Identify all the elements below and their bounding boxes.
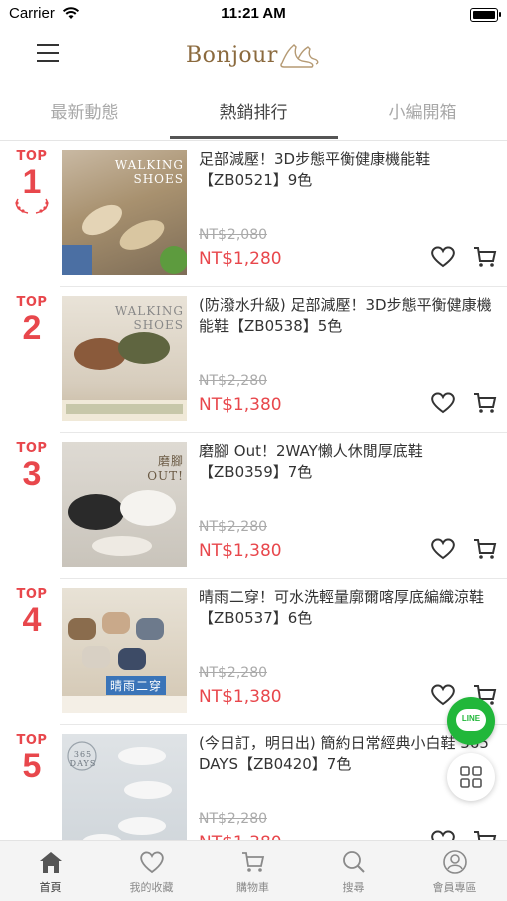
rank-badge: TOP 3 (10, 441, 54, 492)
favorite-heart-icon[interactable] (430, 537, 456, 561)
line-chat-button[interactable]: LINE (447, 697, 495, 745)
clock: 11:21 AM (221, 5, 286, 22)
original-price: NT$2,080 (199, 227, 268, 243)
rank-number: 3 (22, 455, 42, 493)
original-price: NT$2,280 (199, 519, 268, 535)
list-item[interactable]: TOP 2 WALKING SHOES (防潑水升級) 足部減壓！3D步態平衡健… (0, 287, 507, 433)
original-price: NT$2,280 (199, 373, 268, 389)
nav-label: 搜尋 (342, 881, 365, 894)
search-icon (342, 851, 365, 873)
product-image[interactable]: 磨腳 OUT! (62, 442, 187, 567)
status-bar: Carrier 11:21 AM (0, 0, 507, 28)
user-icon (442, 850, 467, 874)
grid-icon (460, 766, 482, 788)
hamburger-menu-button[interactable] (37, 44, 59, 62)
home-icon (39, 852, 62, 873)
rank-tag: TOP (16, 149, 48, 164)
sale-price: NT$1,280 (199, 249, 282, 269)
add-to-cart-icon[interactable] (472, 537, 498, 561)
active-tab-indicator (170, 136, 338, 139)
tab-latest[interactable]: 最新動態 (0, 98, 169, 123)
product-image[interactable]: WALKING SHOES (62, 296, 187, 421)
nav-label: 會員專區 (432, 881, 477, 894)
nav-label: 購物車 (236, 881, 269, 894)
image-caption: WALKING SHOES (114, 304, 184, 332)
product-title[interactable]: 磨腳 Out！2WAY懶人休閒厚底鞋【ZB0359】7色 (199, 441, 499, 483)
rank-badge: TOP 2 (10, 295, 54, 346)
image-caption: 磨腳 OUT! (147, 454, 184, 483)
nav-favorites[interactable]: 我的收藏 (101, 849, 202, 895)
battery-icon (470, 8, 501, 22)
sale-price: NT$1,380 (199, 687, 282, 707)
brand-logo[interactable]: Bonjour (186, 40, 320, 70)
rank-number: 2 (22, 309, 42, 347)
image-caption: WALKING SHOES (114, 158, 184, 186)
category-tabs: 最新動態 熱銷排行 小編開箱 (0, 86, 507, 141)
rank-tag: TOP (16, 441, 48, 456)
sale-price: NT$1,380 (199, 395, 282, 415)
image-caption: 365 DAYS (69, 750, 97, 768)
original-price: NT$2,280 (199, 811, 268, 827)
grid-menu-button[interactable] (447, 753, 495, 801)
product-title[interactable]: 足部減壓！3D步態平衡健康機能鞋【ZB0521】9色 (199, 149, 499, 191)
nav-label: 我的收藏 (129, 881, 174, 894)
nav-home[interactable]: 首頁 (0, 849, 101, 895)
product-image[interactable]: 晴雨二穿 (62, 588, 187, 713)
rank-tag: TOP (16, 587, 48, 602)
original-price: NT$2,280 (199, 665, 268, 681)
add-to-cart-icon[interactable] (472, 391, 498, 415)
rank-badge: TOP 5 (10, 733, 54, 784)
rank-tag: TOP (16, 295, 48, 310)
line-label: LINE (461, 714, 481, 723)
list-item[interactable]: TOP 4 晴雨二穿 晴雨二穿！可水洗輕量廓爾喀厚底編織涼鞋【ZB0537】6色… (0, 579, 507, 725)
nav-label: 首頁 (39, 881, 62, 894)
cart-icon (241, 852, 264, 872)
rank-badge: TOP 4 (10, 587, 54, 638)
list-item[interactable]: TOP 1 WALKING SHOES 足部減壓！3D步態平衡健康機能鞋【ZB0… (0, 141, 507, 287)
favorite-heart-icon[interactable] (430, 391, 456, 415)
laurel-icon (15, 198, 49, 214)
app-header: Bonjour (0, 28, 507, 78)
image-caption: 晴雨二穿 (106, 676, 166, 695)
heart-icon (139, 851, 164, 874)
rank-badge: TOP 1 (10, 149, 54, 219)
add-to-cart-icon[interactable] (472, 245, 498, 269)
product-title[interactable]: (防潑水升級) 足部減壓！3D步態平衡健康機能鞋【ZB0538】5色 (199, 295, 499, 337)
logo-text: Bonjour (186, 42, 278, 68)
tab-editor-unboxing[interactable]: 小編開箱 (338, 98, 507, 123)
favorite-heart-icon[interactable] (430, 683, 456, 707)
bottom-tab-bar: 首頁 我的收藏 購物車 搜尋 會員專區 (0, 840, 507, 901)
favorite-heart-icon[interactable] (430, 245, 456, 269)
rank-tag: TOP (16, 733, 48, 748)
ranking-list[interactable]: TOP 1 WALKING SHOES 足部減壓！3D步態平衡健康機能鞋【ZB0… (0, 141, 507, 871)
nav-member[interactable]: 會員專區 (404, 849, 505, 895)
nav-cart[interactable]: 購物車 (202, 849, 303, 895)
product-title[interactable]: 晴雨二穿！可水洗輕量廓爾喀厚底編織涼鞋【ZB0537】6色 (199, 587, 499, 629)
shoe-logo-icon (280, 44, 319, 68)
rank-number: 5 (22, 747, 42, 785)
tab-best-sellers[interactable]: 熱銷排行 (169, 98, 338, 123)
list-item[interactable]: TOP 3 磨腳 OUT! 磨腳 Out！2WAY懶人休閒厚底鞋【ZB0359】… (0, 433, 507, 579)
nav-search[interactable]: 搜尋 (303, 849, 404, 895)
product-image[interactable]: WALKING SHOES (62, 150, 187, 275)
rank-number: 4 (22, 601, 42, 639)
rank-number: 1 (22, 163, 42, 201)
sale-price: NT$1,380 (199, 541, 282, 561)
